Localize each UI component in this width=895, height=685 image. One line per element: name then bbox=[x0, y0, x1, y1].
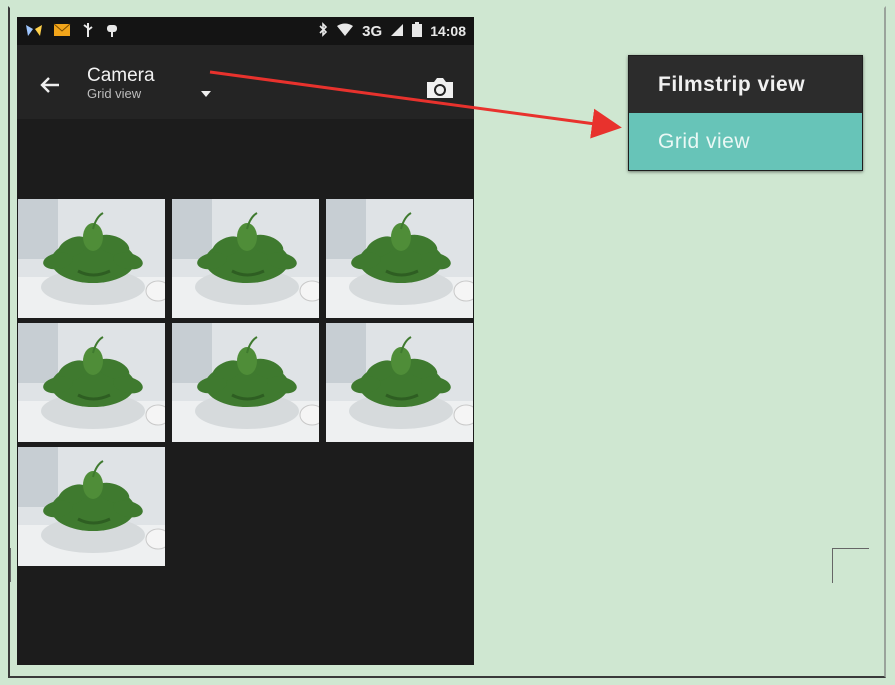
photo-4[interactable] bbox=[18, 323, 165, 442]
phone-screen: 3G 14:08 Camera Grid view bbox=[17, 17, 474, 665]
corner-mark-right bbox=[832, 548, 869, 583]
photo-3[interactable] bbox=[326, 199, 473, 318]
status-bar: 3G 14:08 bbox=[17, 17, 474, 45]
corner-mark-left bbox=[0, 548, 11, 582]
camera-icon[interactable] bbox=[425, 77, 455, 104]
arrow-left-icon[interactable] bbox=[39, 75, 61, 98]
signal-icon bbox=[390, 23, 404, 40]
android-debug-icon bbox=[105, 22, 119, 41]
title-block[interactable]: Camera Grid view bbox=[87, 65, 155, 101]
photo-6[interactable] bbox=[326, 323, 473, 442]
view-mode-menu: Filmstrip view Grid view bbox=[628, 55, 863, 171]
photo-1[interactable] bbox=[18, 199, 165, 318]
photo-5[interactable] bbox=[172, 323, 319, 442]
notification-app-icon bbox=[25, 23, 43, 40]
page-title: Camera bbox=[87, 65, 155, 86]
bluetooth-icon bbox=[318, 22, 328, 40]
clock: 14:08 bbox=[430, 23, 466, 39]
usb-icon bbox=[81, 22, 95, 41]
battery-icon bbox=[412, 22, 423, 40]
menu-item-filmstrip-view[interactable]: Filmstrip view bbox=[629, 56, 862, 113]
wifi-icon bbox=[336, 23, 354, 40]
photo-7[interactable] bbox=[18, 447, 165, 566]
view-mode-subtitle: Grid view bbox=[87, 86, 142, 101]
photo-2[interactable] bbox=[172, 199, 319, 318]
menu-item-grid-view[interactable]: Grid view bbox=[629, 113, 862, 170]
app-bar: Camera Grid view bbox=[17, 45, 474, 119]
notification-mail-icon bbox=[53, 23, 71, 40]
caret-down-icon[interactable] bbox=[200, 85, 212, 103]
network-type: 3G bbox=[362, 22, 383, 40]
empty-header-space bbox=[17, 119, 474, 199]
